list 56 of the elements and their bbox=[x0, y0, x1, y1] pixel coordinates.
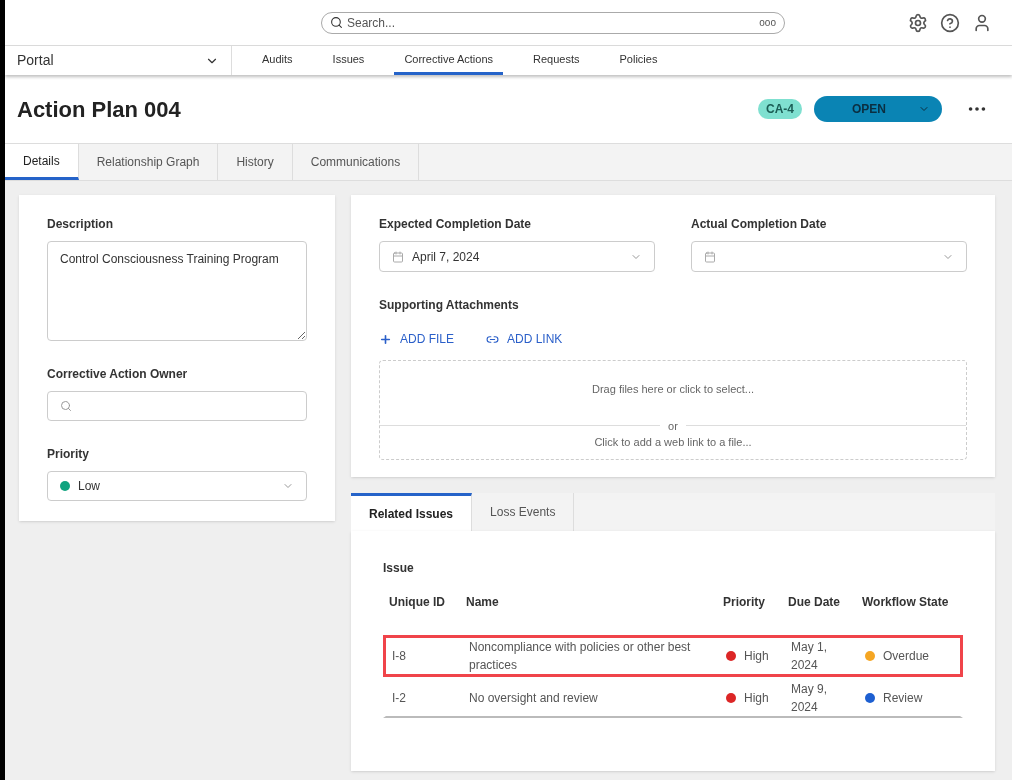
description-field[interactable]: Control Consciousness Training Program bbox=[47, 241, 307, 342]
search-icon bbox=[60, 400, 72, 413]
table-row[interactable]: I-8 Noncompliance with policies or other best practices High May 1, 2024 Overdue bbox=[383, 635, 963, 677]
table-cell-text: May 9, 2024 bbox=[791, 681, 828, 716]
column-header: Unique ID bbox=[389, 594, 446, 611]
nav-tab[interactable]: Policies bbox=[609, 46, 668, 75]
or-text: or bbox=[668, 418, 678, 434]
table-cell-text: I-2 bbox=[392, 690, 407, 707]
field-label: Priority bbox=[47, 446, 90, 463]
table-cell-text: No oversight and review bbox=[469, 690, 599, 707]
column-header: Workflow State bbox=[862, 594, 950, 611]
priority-value: Low bbox=[78, 478, 100, 495]
nav-tab[interactable]: Audits bbox=[252, 46, 303, 75]
page-tab[interactable]: History bbox=[218, 144, 293, 180]
add-link-link[interactable]: ADD LINK bbox=[486, 330, 563, 348]
field-label: Expected Completion Date bbox=[379, 216, 533, 233]
priority-dropdown[interactable]: Low bbox=[47, 471, 307, 501]
nav-tab[interactable]: Requests bbox=[523, 46, 590, 75]
table-cell-text: High bbox=[744, 648, 769, 665]
table-cell-text: High bbox=[744, 690, 769, 707]
table-cell-text: Overdue bbox=[883, 648, 930, 665]
owner-search-field[interactable] bbox=[47, 391, 307, 421]
calendar-icon bbox=[704, 250, 716, 263]
column-header: Priority bbox=[723, 594, 766, 611]
search-icon bbox=[330, 16, 343, 29]
web-link-text: Click to add a web link to a file... bbox=[594, 435, 752, 450]
date-value: April 7, 2024 bbox=[412, 248, 480, 266]
settings-icon[interactable] bbox=[908, 12, 928, 33]
table-caption: Issue bbox=[383, 560, 415, 577]
nav-tab[interactable]: Issues bbox=[322, 46, 375, 75]
options-text[interactable]: ooo bbox=[759, 15, 776, 30]
table-cell-text: I-8 bbox=[392, 648, 407, 665]
table-cell-text: Noncompliance with policies or other best practices bbox=[469, 639, 692, 674]
page-title: Action Plan 004 bbox=[17, 95, 181, 124]
table-cell-text: May 1, 2024 bbox=[791, 639, 828, 674]
column-header: Due Date bbox=[788, 594, 841, 611]
plus-icon bbox=[379, 332, 392, 346]
date-picker[interactable]: April 7, 2024 bbox=[379, 241, 655, 272]
field-label: Description bbox=[47, 216, 114, 233]
table-cell-text: Review bbox=[883, 690, 923, 707]
table-row[interactable]: I-2 No oversight and review High May 9, 2024 Review bbox=[383, 677, 963, 718]
field-label: Supporting Attachments bbox=[379, 297, 520, 314]
drop-text: Drag files here or click to select... bbox=[592, 382, 754, 397]
field-label: Actual Completion Date bbox=[691, 216, 828, 233]
help-icon[interactable] bbox=[940, 12, 960, 33]
id-badge: CA-4 bbox=[758, 99, 802, 119]
page-tab[interactable]: Details bbox=[5, 144, 79, 180]
add-file-link[interactable]: ADD FILE bbox=[379, 330, 454, 348]
section-tab[interactable]: Related Issues bbox=[351, 493, 473, 531]
field-label: Corrective Action Owner bbox=[47, 366, 189, 384]
drop-zone[interactable]: Drag files here or click to select... or Click to add a web link to a file... bbox=[379, 360, 967, 460]
calendar-icon bbox=[392, 250, 404, 263]
page-tab[interactable]: Communications bbox=[292, 144, 420, 180]
column-header: Name bbox=[466, 594, 500, 611]
user-icon[interactable] bbox=[972, 12, 992, 33]
page-tab[interactable]: Relationship Graph bbox=[78, 144, 219, 180]
